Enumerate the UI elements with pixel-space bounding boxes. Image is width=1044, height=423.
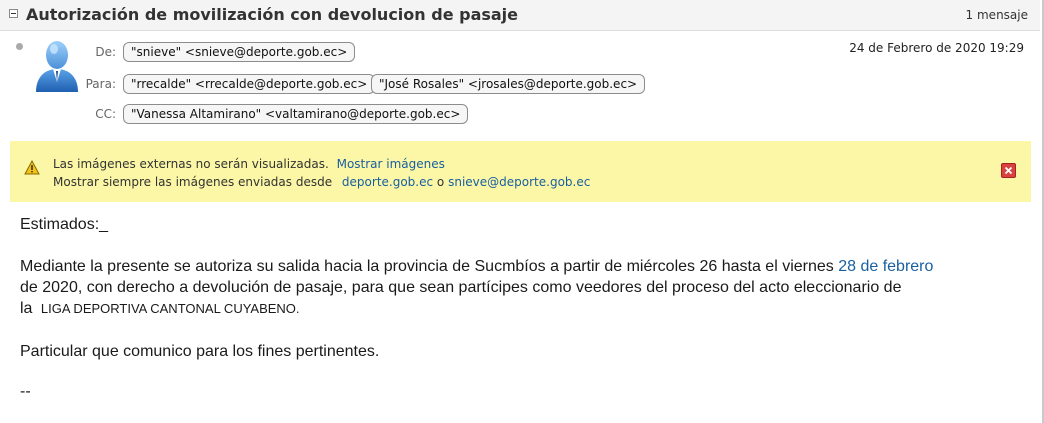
subject-bar: Autorización de movilización con devoluc… bbox=[0, 0, 1040, 31]
to-address-chip-2[interactable]: "José Rosales" <jrosales@deporte.gob.ec> bbox=[371, 74, 646, 94]
body-paragraph-1-line-1: Mediante la presente se autoriza su sali… bbox=[20, 258, 933, 276]
body-paragraph-1-line-3: la LIGA DEPORTIVA CANTONAL CUYABENO. bbox=[20, 300, 300, 318]
banner-line-1: Las imágenes externas no serán visualiza… bbox=[53, 157, 445, 171]
cc-address-chip[interactable]: "Vanessa Altamirano" <valtamirano@deport… bbox=[123, 104, 469, 124]
message-view: Autorización de movilización con devoluc… bbox=[0, 0, 1044, 423]
message-date: 24 de Febrero de 2020 19:29 bbox=[849, 41, 1024, 55]
message-subject: Autorización de movilización con devoluc… bbox=[26, 5, 519, 24]
show-images-link[interactable]: Mostrar imágenes bbox=[337, 157, 445, 171]
message-count: 1 mensaje bbox=[965, 8, 1028, 22]
body-text-segment: Mediante la presente se autoriza su sali… bbox=[20, 258, 839, 275]
read-status-dot-icon[interactable] bbox=[16, 43, 23, 50]
body-greeting: Estimados:_ bbox=[20, 216, 109, 233]
cc-label: CC: bbox=[95, 107, 116, 121]
banner-message: Las imágenes externas no serán visualiza… bbox=[53, 157, 329, 171]
from-address-chip[interactable]: "snieve" <snieve@deporte.gob.ec> bbox=[123, 42, 356, 62]
external-images-banner: Las imágenes externas no serán visualiza… bbox=[10, 141, 1031, 202]
body-paragraph-1-line-2: de 2020, con derecho a devolución de pas… bbox=[20, 279, 902, 296]
close-banner-icon[interactable] bbox=[1001, 163, 1016, 178]
warning-icon bbox=[24, 160, 40, 175]
signature-separator: -- bbox=[20, 383, 31, 400]
or-text: o bbox=[436, 175, 445, 189]
organization-name: LIGA DEPORTIVA CANTONAL CUYABENO. bbox=[40, 301, 300, 316]
collapse-toggle-icon[interactable] bbox=[9, 9, 18, 18]
to-label: Para: bbox=[85, 77, 116, 91]
banner-line-2: Mostrar siempre las imágenes enviadas de… bbox=[53, 175, 590, 189]
always-show-text: Mostrar siempre las imágenes enviadas de… bbox=[53, 175, 333, 189]
from-label: De: bbox=[95, 45, 116, 59]
always-show-domain-link[interactable]: deporte.gob.ec bbox=[342, 175, 433, 189]
to-address-chip-1[interactable]: "rrecalde" <rrecalde@deporte.gob.ec> bbox=[123, 74, 376, 94]
body-text-segment: la bbox=[20, 300, 33, 317]
body-paragraph-2: Particular que comunico para los fines p… bbox=[20, 343, 380, 360]
date-link[interactable]: 28 de febrero bbox=[838, 258, 933, 275]
always-show-sender-link[interactable]: snieve@deporte.gob.ec bbox=[448, 175, 590, 189]
